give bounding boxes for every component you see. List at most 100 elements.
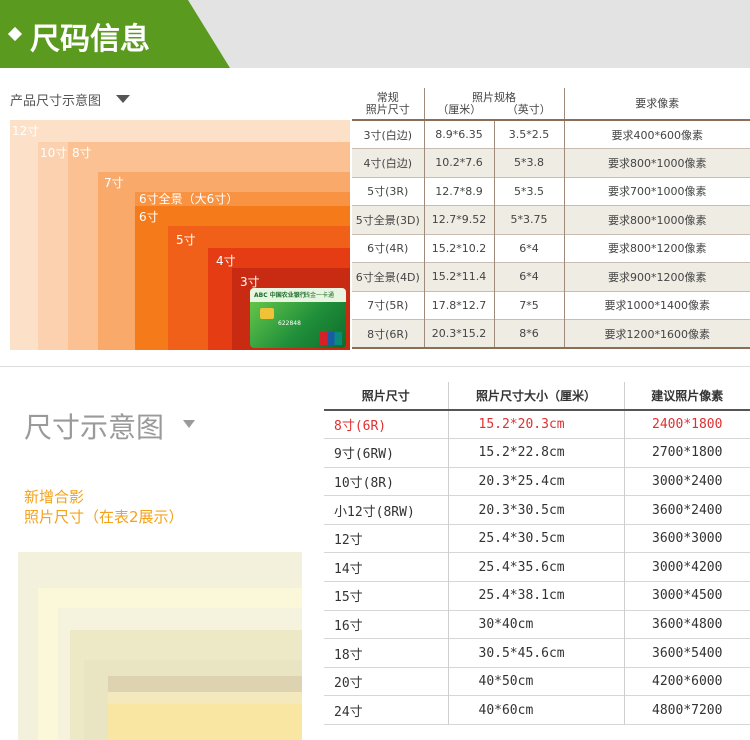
caret-down-icon — [183, 420, 195, 428]
card-number: 622848 — [278, 320, 301, 327]
table-row: 20寸 40*50cm 4200*6000 — [324, 667, 750, 696]
table-row: 4寸(白边) 10.2*7.6 5*3.8 要求800*1000像素 — [352, 148, 750, 177]
table-row: 24寸 40*60cm 4800*7200 — [324, 695, 750, 725]
table-cell: 12.7*8.9 — [424, 177, 495, 206]
table-cell: 要求900*1200像素 — [608, 270, 707, 284]
table-cell: 12.7*9.52 — [424, 205, 495, 234]
table-cell: 3000*4200 — [652, 559, 723, 575]
group-photo-size-table: 照片尺寸 照片尺寸大小（厘米） 建议照片像素 8寸(6R) 15.2*20.3cm… — [324, 382, 750, 725]
diagram1-label: 产品尺寸示意图 — [10, 94, 102, 109]
table-row: 6寸(4R) 15.2*10.2 6*4 要求800*1200像素 — [352, 234, 750, 263]
table-row: 15寸 25.4*38.1cm 3000*4500 — [324, 581, 750, 611]
table-cell: 25.4*30.5cm — [448, 524, 625, 553]
size-rect-label: 7寸 — [104, 176, 124, 190]
table-cell: 8*6 — [494, 319, 565, 348]
table-cell: 8寸(6R) — [324, 410, 449, 439]
table-row: 6寸全景(4D) 15.2*11.4 6*4 要求900*1200像素 — [352, 262, 750, 291]
table-cell: 12寸 — [324, 524, 449, 553]
table-header-row: 照片尺寸 照片尺寸大小（厘米） 建议照片像素 — [324, 382, 750, 410]
table-cell: 3寸(白边) — [352, 120, 425, 149]
unionpay-logo-icon — [320, 332, 342, 345]
table-row: 小12寸(8RW) 20.3*30.5cm 3600*2400 — [324, 495, 750, 525]
table-cell: 20.3*30.5cm — [448, 495, 625, 525]
size-rect-label: 4寸 — [216, 254, 236, 268]
table-cell: 20.3*25.4cm — [448, 467, 625, 496]
table-cell: 10.2*7.6 — [424, 148, 495, 177]
table-cell: 6*4 — [494, 262, 565, 291]
table-cell: 5*3.5 — [494, 177, 565, 206]
card-bank-name: ABC 中国农业银行 — [254, 292, 306, 299]
table-cell: 14寸 — [324, 552, 449, 582]
table-row: 18寸 30.5*45.6cm 3600*5400 — [324, 638, 750, 668]
table-cell: 4寸(白边) — [352, 148, 425, 177]
table-cell: 3600*5400 — [652, 645, 723, 661]
table-row: 8寸(6R) 20.3*15.2 8*6 要求1200*1600像素 — [352, 319, 750, 348]
table-cell: 30.5*45.6cm — [448, 638, 625, 668]
table-cell: 要求700*1000像素 — [608, 185, 707, 199]
table-cell: 要求800*1000像素 — [608, 213, 707, 227]
table-cell: 30*40cm — [448, 610, 625, 639]
caret-down-icon — [116, 95, 130, 103]
table-cell: 要求1000*1400像素 — [604, 299, 711, 313]
diagram2-title: 尺寸示意图 — [24, 411, 165, 444]
table-cell: 10寸(8R) — [324, 467, 449, 496]
note-line-2: 照片尺寸（在表2展示） — [24, 508, 184, 526]
section-header: 尺码信息 — [0, 0, 750, 68]
table-cell: 15寸 — [324, 581, 449, 611]
table-cell: 15.2*20.3cm — [448, 410, 625, 439]
table-cell: 20寸 — [324, 667, 449, 696]
table-header-row: 常规 照片尺寸 照片规格 （厘米） （英寸） 要求像素 — [352, 88, 750, 120]
size-rect-label: 6寸 — [139, 210, 159, 224]
table-cell: 7*5 — [494, 291, 565, 320]
table-row: 8寸(6R) 15.2*20.3cm 2400*1800 — [324, 410, 750, 439]
header-cell: 照片尺寸 — [324, 382, 449, 410]
table-cell: 15.2*10.2 — [424, 234, 495, 263]
table-cell: 8寸(6R) — [352, 319, 425, 348]
table-cell: 15.2*22.8cm — [448, 438, 625, 468]
size-rect-label: 10寸 — [40, 146, 68, 160]
table-cell: 3600*4800 — [652, 616, 723, 632]
table-cell: 3600*2400 — [652, 502, 723, 518]
note-line-1: 新增合影 — [24, 488, 85, 506]
table-cell: 20.3*15.2 — [424, 319, 495, 348]
table-cell: 5寸全景(3D) — [352, 205, 425, 234]
table-cell: 要求800*1200像素 — [608, 242, 707, 256]
table-cell: 16寸 — [324, 610, 449, 639]
header-cell: 常规 照片尺寸 — [352, 88, 425, 120]
table-cell: 17.8*12.7 — [424, 291, 495, 320]
table-cell: 15.2*11.4 — [424, 262, 495, 291]
table-cell: 要求400*600像素 — [611, 128, 704, 142]
table-cell: 4800*7200 — [652, 702, 723, 718]
table-row: 12寸 25.4*30.5cm 3600*3000 — [324, 524, 750, 553]
table-cell: 3.5*2.5 — [494, 120, 565, 149]
table-cell: 2400*1800 — [652, 417, 723, 433]
header-cell: 照片规格 （厘米） — [437, 90, 516, 116]
photo-size-table: 常规 照片尺寸 照片规格 （厘米） （英寸） 要求像素 3寸(白边) 8.9*6.35… — [352, 88, 750, 349]
table-row: 7寸(5R) 17.8*12.7 7*5 要求1000*1400像素 — [352, 291, 750, 320]
card-chip-icon — [260, 308, 274, 319]
table-row: 9寸(6RW) 15.2*22.8cm 2700*1800 — [324, 438, 750, 468]
header-title: 尺码信息 — [30, 22, 150, 57]
table-cell: 7寸(5R) — [352, 291, 425, 320]
table-cell: 9寸(6RW) — [324, 438, 449, 468]
table-cell: 24寸 — [324, 695, 449, 725]
table-cell: 要求800*1000像素 — [608, 156, 707, 170]
table-cell: 6*4 — [494, 234, 565, 263]
table-cell: 8.9*6.35 — [424, 120, 495, 149]
size-rect-label: 6寸全景（大6寸） — [139, 192, 239, 206]
bank-card-image: ABC 中国农业银行 钱金一卡通 622848 — [250, 288, 346, 348]
size-rect-label: 12寸 — [12, 124, 40, 138]
table-cell: 25.4*35.6cm — [448, 552, 625, 582]
table-cell: 3600*3000 — [652, 531, 723, 547]
table-row: 5寸全景(3D) 12.7*9.52 5*3.75 要求800*1000像素 — [352, 205, 750, 234]
table-cell: 5*3.75 — [494, 205, 565, 234]
size-rect-label: 8寸 — [72, 146, 92, 160]
table-cell: 40*60cm — [448, 695, 625, 725]
table-row: 5寸(3R) 12.7*8.9 5*3.5 要求700*1000像素 — [352, 177, 750, 206]
header-cell: 建议照片像素 — [651, 389, 724, 403]
table-cell: 要求1200*1600像素 — [604, 327, 711, 341]
card-tag: 钱金一卡通 — [304, 292, 335, 299]
table-cell: 4200*6000 — [652, 674, 723, 690]
table-row: 16寸 30*40cm 3600*4800 — [324, 610, 750, 639]
table-cell: 6寸(4R) — [352, 234, 425, 263]
